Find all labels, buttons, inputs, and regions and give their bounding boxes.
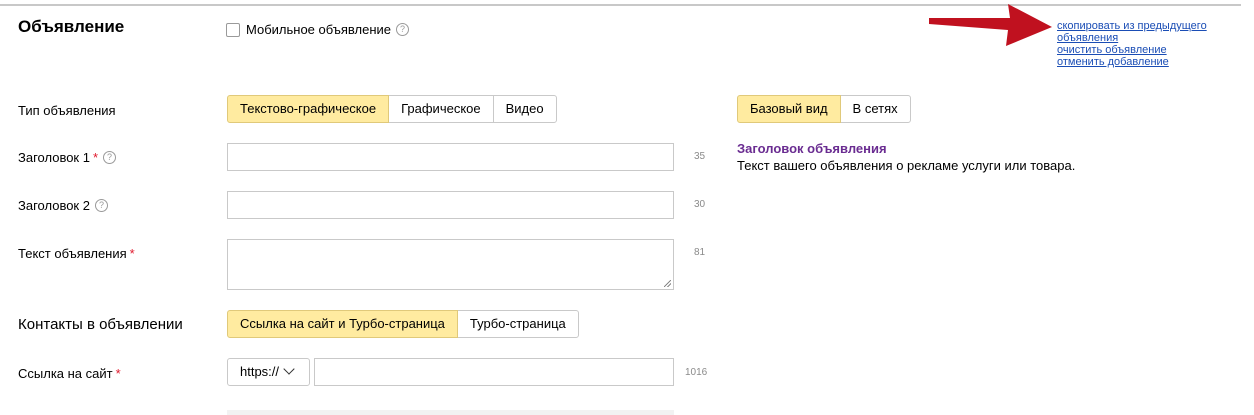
title2-label: Заголовок 2 [18, 198, 90, 213]
contacts-turbo-button[interactable]: Турбо-страница [456, 310, 579, 338]
resize-handle[interactable] [664, 280, 671, 287]
ad-text-textarea[interactable] [227, 239, 674, 290]
title1-label: Заголовок 1 [18, 150, 90, 165]
ad-actions: скопировать из предыдущего объявления оч… [1057, 20, 1207, 68]
next-field-partial [227, 410, 674, 415]
required-mark: * [115, 366, 121, 381]
ad-text-label: Текст объявления [18, 246, 127, 261]
site-link-counter: 1016 [685, 367, 708, 378]
protocol-select[interactable]: https:// [227, 358, 310, 386]
copy-previous-link-line1[interactable]: скопировать из предыдущего [1057, 20, 1207, 32]
copy-previous-link-line2[interactable]: объявления [1057, 32, 1207, 44]
ad-type-graphic-button[interactable]: Графическое [388, 95, 494, 123]
ad-type-label: Тип объявления [18, 103, 116, 118]
site-link-label-row: Ссылка на сайт * [18, 366, 121, 382]
ad-type-text-graphic-button[interactable]: Текстово-графическое [227, 95, 390, 123]
ad-text-label-row: Текст объявления * [18, 246, 135, 262]
required-mark: * [129, 246, 135, 261]
section-title: Объявление [18, 17, 125, 36]
mobile-ad-label: Мобильное объявление [246, 22, 392, 37]
protocol-value: https:// [240, 364, 280, 379]
contacts-switch: Ссылка на сайт и Турбо-страница Турбо-ст… [227, 310, 579, 338]
required-mark: * [92, 150, 99, 165]
help-icon[interactable]: ? [103, 151, 117, 165]
ad-type-switch: Текстово-графическое Графическое Видео [227, 95, 557, 123]
clear-ad-link[interactable]: очистить объявление [1057, 44, 1207, 56]
preview-mode-switch: Базовый вид В сетях [737, 95, 911, 123]
preview-basic-tab[interactable]: Базовый вид [737, 95, 841, 123]
title2-counter: 30 [694, 199, 706, 210]
help-icon[interactable]: ? [396, 22, 410, 36]
preview-text: Текст вашего объявления о рекламе услуги… [737, 158, 1076, 173]
ad-text-counter: 81 [694, 247, 706, 258]
title2-input[interactable] [227, 191, 674, 219]
contacts-title: Контакты в объявлении [18, 316, 183, 333]
title1-label-row: Заголовок 1 *? [18, 150, 117, 166]
help-icon[interactable]: ? [94, 199, 108, 213]
preview-networks-tab[interactable]: В сетях [839, 95, 911, 123]
site-link-input[interactable] [314, 358, 674, 386]
mobile-ad-checkbox[interactable] [226, 23, 240, 37]
cancel-adding-link[interactable]: отменить добавление [1057, 56, 1207, 68]
title2-label-row: Заголовок 2? [18, 198, 108, 214]
contacts-site-and-turbo-button[interactable]: Ссылка на сайт и Турбо-страница [227, 310, 458, 338]
red-arrow-annotation [929, 4, 1052, 46]
preview-title: Заголовок объявления [737, 141, 887, 156]
title1-counter: 35 [694, 151, 706, 162]
chevron-down-icon [283, 363, 295, 375]
mobile-ad-option[interactable]: Мобильное объявление ? [226, 22, 410, 38]
title1-input[interactable] [227, 143, 674, 171]
site-link-label: Ссылка на сайт [18, 366, 113, 381]
ad-type-video-button[interactable]: Видео [492, 95, 557, 123]
